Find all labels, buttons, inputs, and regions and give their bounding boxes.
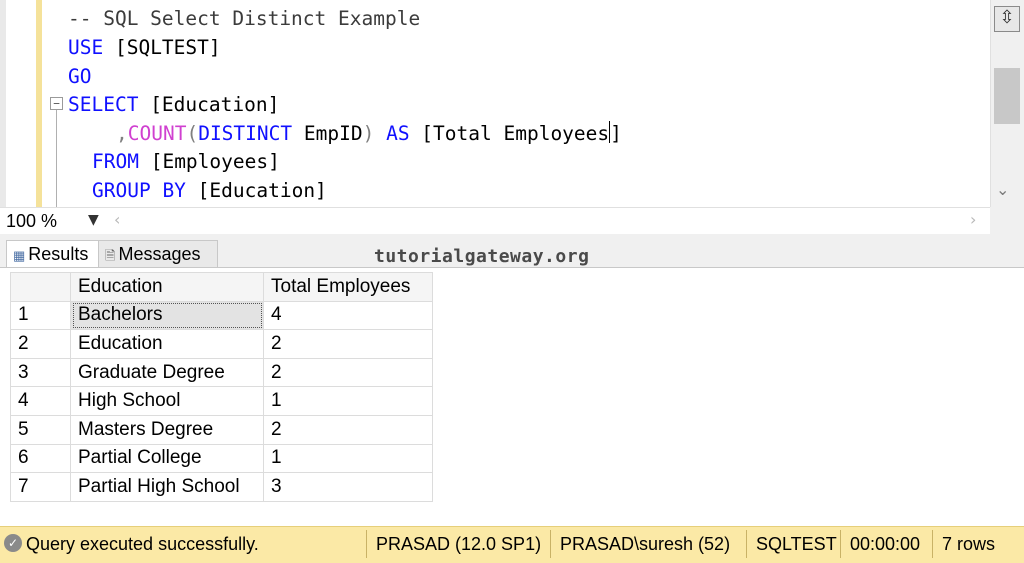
code-line-3: GO [68, 63, 91, 91]
code-text: [Employees] [138, 150, 280, 173]
tab-results-label: Results [28, 244, 89, 264]
keyword-go: GO [68, 65, 92, 88]
cell-education[interactable]: Masters Degree [70, 414, 264, 445]
sql-comment: -- SQL Select Distinct Example [68, 7, 421, 30]
code-text: EmpID [292, 122, 363, 145]
split-editor-icon[interactable]: ⇳ [994, 6, 1020, 32]
code-text: [Education] [138, 93, 280, 116]
scrollbar-thumb[interactable] [994, 68, 1020, 124]
status-row-count: 7 rows [942, 534, 996, 554]
cell-total-employees[interactable]: 2 [263, 329, 433, 359]
status-divider [932, 530, 933, 558]
status-database: SQLTEST [756, 534, 837, 554]
tab-results[interactable]: ▦ Results [6, 240, 108, 267]
keyword-as: AS [386, 122, 410, 145]
tab-messages-label: Messages [118, 244, 201, 264]
cell-total-employees[interactable]: 4 [263, 300, 433, 331]
cell-total-employees[interactable]: 1 [263, 443, 433, 474]
code-line-1: -- SQL Select Distinct Example [68, 5, 420, 33]
table-row[interactable]: 4 High School 1 [10, 386, 433, 416]
message-icon: 🗎 [105, 248, 116, 263]
code-line-4: SELECT [Education] [68, 91, 279, 119]
code-text: [Education] [185, 179, 327, 202]
status-divider [366, 530, 367, 558]
table-row[interactable]: 3 Graduate Degree 2 [10, 357, 433, 388]
row-number[interactable]: 7 [10, 472, 71, 502]
function-count: COUNT [127, 122, 187, 145]
code-line-2: USE [SQLTEST] [68, 34, 221, 62]
column-header-total-employees[interactable]: Total Employees [263, 272, 433, 302]
row-number[interactable]: 4 [10, 386, 71, 416]
row-number[interactable]: 1 [10, 300, 71, 331]
grid-header-row: Education Total Employees [10, 272, 433, 302]
column-header-education[interactable]: Education [70, 272, 264, 302]
cell-education[interactable]: High School [70, 386, 264, 416]
change-tracking-bar [36, 0, 42, 207]
check-circle-icon: ✓ [4, 534, 22, 552]
status-divider [840, 530, 841, 558]
code-paren: ) [362, 122, 375, 145]
code-line-6: FROM [Employees] [92, 148, 280, 176]
tab-messages[interactable]: 🗎 Messages [98, 240, 218, 267]
cell-education[interactable]: Partial High School [70, 472, 264, 502]
code-comma: , [116, 122, 128, 145]
keyword-use: USE [68, 36, 104, 59]
chevron-down-icon[interactable]: ▼ [88, 212, 99, 228]
code-text: [SQLTEST] [103, 36, 221, 59]
status-divider [550, 530, 551, 558]
row-number[interactable]: 3 [10, 357, 71, 388]
code-line-5: ,COUNT(DISTINCT EmpID) AS [Total Employe… [116, 120, 622, 148]
scroll-right-icon[interactable]: › [970, 210, 976, 229]
row-number-header[interactable] [10, 272, 71, 302]
editor-left-margin [0, 0, 6, 207]
grid-icon: ▦ [13, 248, 26, 263]
cell-total-employees[interactable]: 3 [263, 472, 433, 502]
status-elapsed: 00:00:00 [850, 534, 921, 554]
status-divider [746, 530, 747, 558]
row-number[interactable]: 5 [10, 414, 71, 445]
cell-education[interactable]: Partial College [70, 443, 264, 474]
status-user: PRASAD\suresh (52) [560, 534, 731, 554]
row-number[interactable]: 6 [10, 443, 71, 474]
cell-education[interactable]: Bachelors [70, 300, 264, 331]
keyword-distinct: DISTINCT [198, 122, 293, 145]
table-row[interactable]: 5 Masters Degree 2 [10, 414, 433, 445]
collapse-region-icon[interactable]: − [50, 97, 63, 110]
keyword-select: SELECT [68, 93, 139, 116]
code-text: ] [610, 122, 622, 145]
results-grid[interactable]: Education Total Employees 1 Bachelors 4 … [10, 272, 433, 502]
status-message: Query executed successfully. [26, 534, 259, 554]
cell-total-employees[interactable]: 2 [263, 414, 433, 445]
zoom-bar [0, 207, 990, 235]
cell-total-employees[interactable]: 2 [263, 357, 433, 388]
table-row[interactable]: 2 Education 2 [10, 329, 433, 359]
watermark: tutorialgateway.org [374, 246, 590, 267]
table-row[interactable]: 1 Bachelors 4 [10, 300, 433, 331]
cell-education[interactable]: Graduate Degree [70, 357, 264, 388]
row-number[interactable]: 2 [10, 329, 71, 359]
scrollbar-corner [990, 207, 1024, 234]
code-line-7: GROUP BY [Education] [92, 177, 327, 205]
status-server: PRASAD (12.0 SP1) [376, 534, 542, 554]
region-guide-line [56, 110, 57, 207]
table-row[interactable]: 6 Partial College 1 [10, 443, 433, 474]
query-editor[interactable]: − -- SQL Select Distinct Example USE [SQ… [0, 0, 990, 207]
scroll-down-icon[interactable]: ⌄ [996, 180, 1009, 199]
table-row[interactable]: 7 Partial High School 3 [10, 472, 433, 502]
scroll-left-icon[interactable]: ‹ [114, 210, 120, 229]
keyword-group-by: GROUP BY [92, 179, 186, 202]
cell-total-employees[interactable]: 1 [263, 386, 433, 416]
code-text: [Total Employees [409, 122, 610, 145]
code-paren: ( [186, 122, 199, 145]
cell-education[interactable]: Education [70, 329, 264, 359]
keyword-from: FROM [92, 150, 139, 173]
